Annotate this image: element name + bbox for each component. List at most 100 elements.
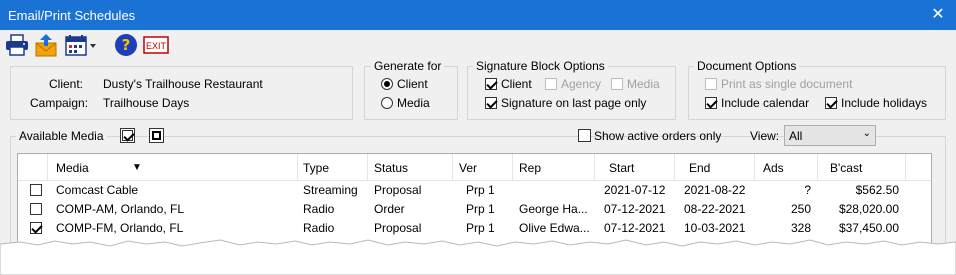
document-options-title: Document Options bbox=[694, 59, 800, 73]
header-type[interactable]: Type bbox=[298, 154, 368, 180]
cell-ads: 328 bbox=[790, 221, 811, 235]
campaign-value: Trailhouse Days bbox=[103, 96, 190, 110]
signature-agency-label[interactable]: Agency bbox=[561, 77, 601, 91]
single-document-label[interactable]: Print as single document bbox=[721, 77, 852, 91]
select-all-check-icon bbox=[122, 130, 133, 141]
signature-last-page-checkbox[interactable] bbox=[485, 97, 497, 109]
cell-ver: Prp 1 bbox=[466, 183, 495, 197]
header-end[interactable]: End bbox=[675, 154, 755, 180]
show-active-checkbox[interactable] bbox=[578, 129, 591, 142]
cell-bcast: $37,450.00 bbox=[838, 221, 899, 235]
header-check-column bbox=[18, 154, 48, 180]
exit-icon[interactable]: EXIT bbox=[143, 32, 169, 58]
select-all-checkbox[interactable] bbox=[120, 128, 135, 143]
close-icon[interactable]: ✕ bbox=[928, 5, 948, 25]
signature-media-label[interactable]: Media bbox=[627, 77, 660, 91]
include-calendar-label[interactable]: Include calendar bbox=[721, 96, 809, 110]
row-checkbox[interactable] bbox=[30, 184, 42, 196]
row-checkbox[interactable] bbox=[30, 203, 42, 215]
header-rep-label: Rep bbox=[519, 161, 542, 175]
header-rep[interactable]: Rep bbox=[513, 154, 595, 180]
window-title: Email/Print Schedules bbox=[8, 8, 136, 23]
header-ver-label: Ver bbox=[459, 161, 478, 175]
header-end-label: End bbox=[689, 161, 711, 175]
document-options-group bbox=[688, 66, 946, 120]
client-info-box bbox=[10, 66, 353, 120]
signature-last-page-label[interactable]: Signature on last page only bbox=[501, 96, 646, 110]
header-type-label: Type bbox=[303, 161, 330, 175]
torn-edge-decoration bbox=[0, 239, 956, 275]
cell-type: Radio bbox=[303, 202, 335, 216]
table-row[interactable]: Comcast Cable Streaming Proposal Prp 1 2… bbox=[18, 180, 931, 199]
header-ads-label: Ads bbox=[763, 161, 784, 175]
title-bar: Email/Print Schedules ✕ bbox=[0, 0, 956, 30]
view-label: View: bbox=[750, 129, 780, 143]
cell-ads: 250 bbox=[790, 202, 811, 216]
sort-down-icon: ▼ bbox=[132, 162, 142, 173]
cell-end: 10-03-2021 bbox=[684, 221, 746, 235]
single-document-checkbox[interactable] bbox=[705, 78, 717, 90]
cell-end: 2021-08-22 bbox=[684, 183, 746, 197]
cell-start: 07-12-2021 bbox=[604, 202, 666, 216]
include-calendar-checkbox[interactable] bbox=[705, 97, 717, 109]
cell-type: Radio bbox=[303, 221, 335, 235]
signature-client-label[interactable]: Client bbox=[501, 77, 532, 91]
include-holidays-label[interactable]: Include holidays bbox=[841, 96, 927, 110]
exit-label: EXIT bbox=[146, 41, 167, 51]
header-status-label: Status bbox=[374, 161, 409, 175]
show-active-label[interactable]: Show active orders only bbox=[594, 129, 721, 143]
deselect-all-checkbox[interactable] bbox=[149, 128, 164, 143]
toolbar: ? EXIT bbox=[0, 32, 956, 62]
view-select-value: All bbox=[789, 129, 803, 143]
cell-media: Comcast Cable bbox=[56, 183, 139, 197]
signature-options-group bbox=[467, 66, 676, 120]
cell-rep: George Ha... bbox=[519, 202, 588, 216]
table-row[interactable]: COMP-FM, Orlando, FL Radio Proposal Prp … bbox=[18, 218, 931, 237]
cell-start: 07-12-2021 bbox=[604, 221, 666, 235]
chevron-down-icon: ⌄ bbox=[862, 128, 871, 139]
signature-client-checkbox[interactable] bbox=[485, 78, 497, 90]
calendar-dropdown-icon[interactable] bbox=[63, 32, 99, 58]
signature-media-checkbox[interactable] bbox=[611, 78, 623, 90]
cell-type: Streaming bbox=[303, 183, 358, 197]
header-ver[interactable]: Ver bbox=[453, 154, 513, 180]
generate-media-radio[interactable] bbox=[381, 97, 393, 109]
generate-client-radio[interactable] bbox=[381, 78, 393, 90]
cell-ver: Prp 1 bbox=[466, 202, 495, 216]
cell-start: 2021-07-12 bbox=[604, 183, 666, 197]
svg-text:?: ? bbox=[122, 36, 131, 54]
cell-bcast: $28,020.00 bbox=[838, 202, 899, 216]
available-media-title: Available Media bbox=[16, 129, 107, 143]
header-start[interactable]: Start bbox=[595, 154, 675, 180]
client-value: Dusty's Trailhouse Restaurant bbox=[103, 77, 263, 91]
signature-options-title: Signature Block Options bbox=[473, 59, 608, 73]
deselect-all-box-icon bbox=[152, 131, 161, 140]
email-print-schedules-window: Email/Print Schedules ✕ ? EXIT Client: D… bbox=[0, 0, 956, 275]
email-export-icon[interactable] bbox=[33, 32, 59, 58]
signature-agency-checkbox[interactable] bbox=[545, 78, 557, 90]
generate-for-group bbox=[364, 66, 458, 120]
table-row[interactable]: COMP-AM, Orlando, FL Radio Order Prp 1 G… bbox=[18, 199, 931, 218]
cell-bcast: $562.50 bbox=[855, 183, 899, 197]
cell-status: Proposal bbox=[374, 221, 422, 235]
cell-ver: Prp 1 bbox=[466, 221, 495, 235]
client-label: Client: bbox=[49, 77, 84, 91]
include-holidays-checkbox[interactable] bbox=[825, 97, 837, 109]
header-start-label: Start bbox=[609, 161, 635, 175]
printer-icon[interactable] bbox=[4, 32, 30, 58]
generate-client-label[interactable]: Client bbox=[397, 77, 428, 91]
header-status[interactable]: Status bbox=[368, 154, 453, 180]
header-media-label: Media bbox=[56, 161, 89, 175]
cell-media: COMP-AM, Orlando, FL bbox=[56, 202, 185, 216]
view-select[interactable]: All ⌄ bbox=[784, 125, 876, 146]
header-media[interactable]: Media ▼ bbox=[48, 154, 298, 180]
campaign-label: Campaign: bbox=[30, 96, 89, 110]
help-icon[interactable]: ? bbox=[113, 32, 139, 58]
generate-media-label[interactable]: Media bbox=[397, 96, 430, 110]
header-bcast[interactable]: B'cast bbox=[818, 154, 906, 180]
cell-status: Order bbox=[374, 202, 405, 216]
cell-rep: Olive Edwa... bbox=[519, 221, 590, 235]
cell-status: Proposal bbox=[374, 183, 422, 197]
row-checkbox[interactable] bbox=[30, 222, 42, 234]
header-ads[interactable]: Ads bbox=[755, 154, 818, 180]
